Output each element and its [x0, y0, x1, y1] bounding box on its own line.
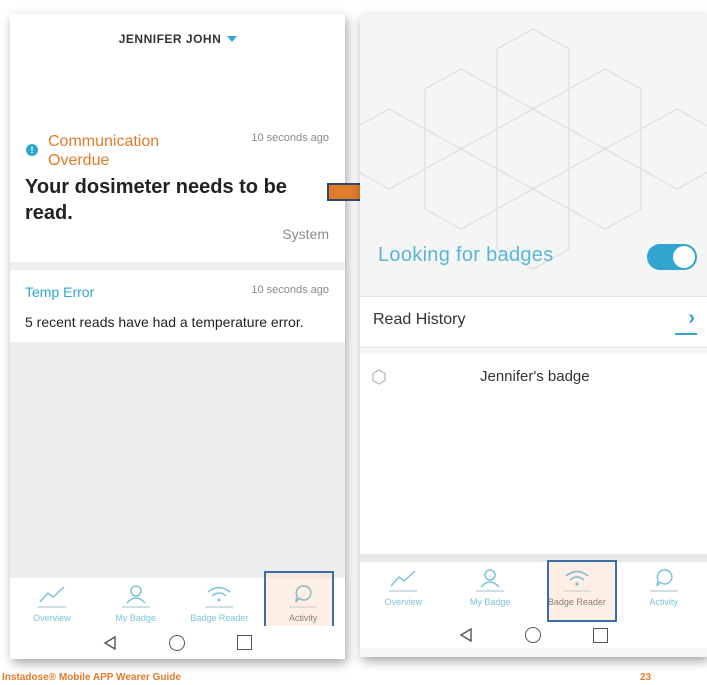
nav-overview[interactable]: Overview: [10, 578, 94, 626]
hexagon-icon: [372, 369, 386, 385]
chat-icon: [655, 569, 673, 587]
notification-card-temp[interactable]: Temp Error 10 seconds ago 5 recent reads…: [10, 270, 345, 342]
notification-source: System: [282, 226, 329, 242]
list-item[interactable]: Jennifer's badge: [360, 354, 707, 400]
nav-label: Activity: [649, 597, 678, 607]
trend-icon: [39, 586, 65, 603]
system-nav-bar: [10, 626, 345, 659]
notification-time: 10 seconds ago: [251, 132, 329, 144]
trend-icon: [390, 570, 416, 587]
nav-label: Overview: [33, 613, 71, 623]
nav-label: My Badge: [115, 613, 156, 623]
badge-reader-screen: Looking for badges Read History › Jennif…: [360, 14, 707, 657]
nav-my-badge[interactable]: My Badge: [447, 562, 534, 622]
badge-name: Jennifer's badge: [480, 368, 590, 385]
nav-label: Overview: [384, 597, 423, 607]
badge-reader-highlight-box: [547, 560, 617, 622]
wifi-icon: [207, 586, 231, 602]
guide-title: Instadose® Mobile APP Wearer Guide: [2, 672, 181, 683]
nav-label: Badge Reader: [190, 613, 249, 623]
bottom-nav: Overview My Badge Badge Reader Activity: [360, 562, 707, 622]
page-number: 23: [640, 672, 652, 683]
read-history-row[interactable]: Read History ›: [360, 296, 707, 348]
toggle-knob: [673, 246, 695, 268]
dropdown-caret-icon: [227, 36, 238, 42]
divider: [10, 262, 345, 270]
recents-icon[interactable]: [593, 627, 608, 643]
nav-label: My Badge: [469, 597, 511, 607]
recents-icon[interactable]: [237, 635, 252, 650]
notification-time: 10 seconds ago: [251, 284, 329, 296]
screen-header: JENNIFER JOHN: [10, 14, 345, 64]
notification-message: 5 recent reads have had a temperature er…: [25, 314, 304, 330]
notification-title: Temp Error: [25, 284, 95, 300]
nav-activity[interactable]: Activity: [620, 562, 707, 622]
notification-title: Communication Overdue: [48, 133, 160, 169]
nav-overview[interactable]: Overview: [360, 562, 447, 622]
scanner-area: Looking for badges: [360, 14, 707, 296]
empty-area: [10, 342, 345, 578]
user-name: JENNIFER JOHN: [118, 32, 222, 46]
scan-toggle[interactable]: [647, 244, 697, 270]
person-icon: [126, 585, 146, 604]
user-selector[interactable]: JENNIFER JOHN: [100, 22, 256, 56]
activity-screen: JENNIFER JOHN ! Communication Overdue 10…: [10, 14, 345, 659]
chevron-underline: [675, 333, 697, 335]
looking-for-badges-label: Looking for badges: [378, 244, 554, 266]
back-icon[interactable]: [459, 627, 473, 643]
info-icon: !: [26, 144, 38, 156]
home-icon[interactable]: [169, 634, 185, 651]
divider: [360, 554, 707, 562]
notification-card-overdue[interactable]: ! Communication Overdue 10 seconds ago Y…: [10, 64, 345, 263]
home-icon[interactable]: [525, 627, 541, 643]
activity-highlight-box: [264, 571, 334, 632]
read-history-label: Read History: [373, 311, 466, 328]
nav-badge-reader[interactable]: Badge Reader: [178, 578, 262, 626]
person-icon: [480, 569, 500, 588]
nav-my-badge[interactable]: My Badge: [94, 578, 178, 626]
chevron-right-icon: ›: [688, 307, 695, 329]
back-icon[interactable]: [103, 635, 117, 651]
badge-list: Jennifer's badge: [360, 354, 707, 554]
notification-message: Your dosimeter needs to be read.: [25, 176, 287, 224]
system-nav-bar: [360, 622, 707, 648]
